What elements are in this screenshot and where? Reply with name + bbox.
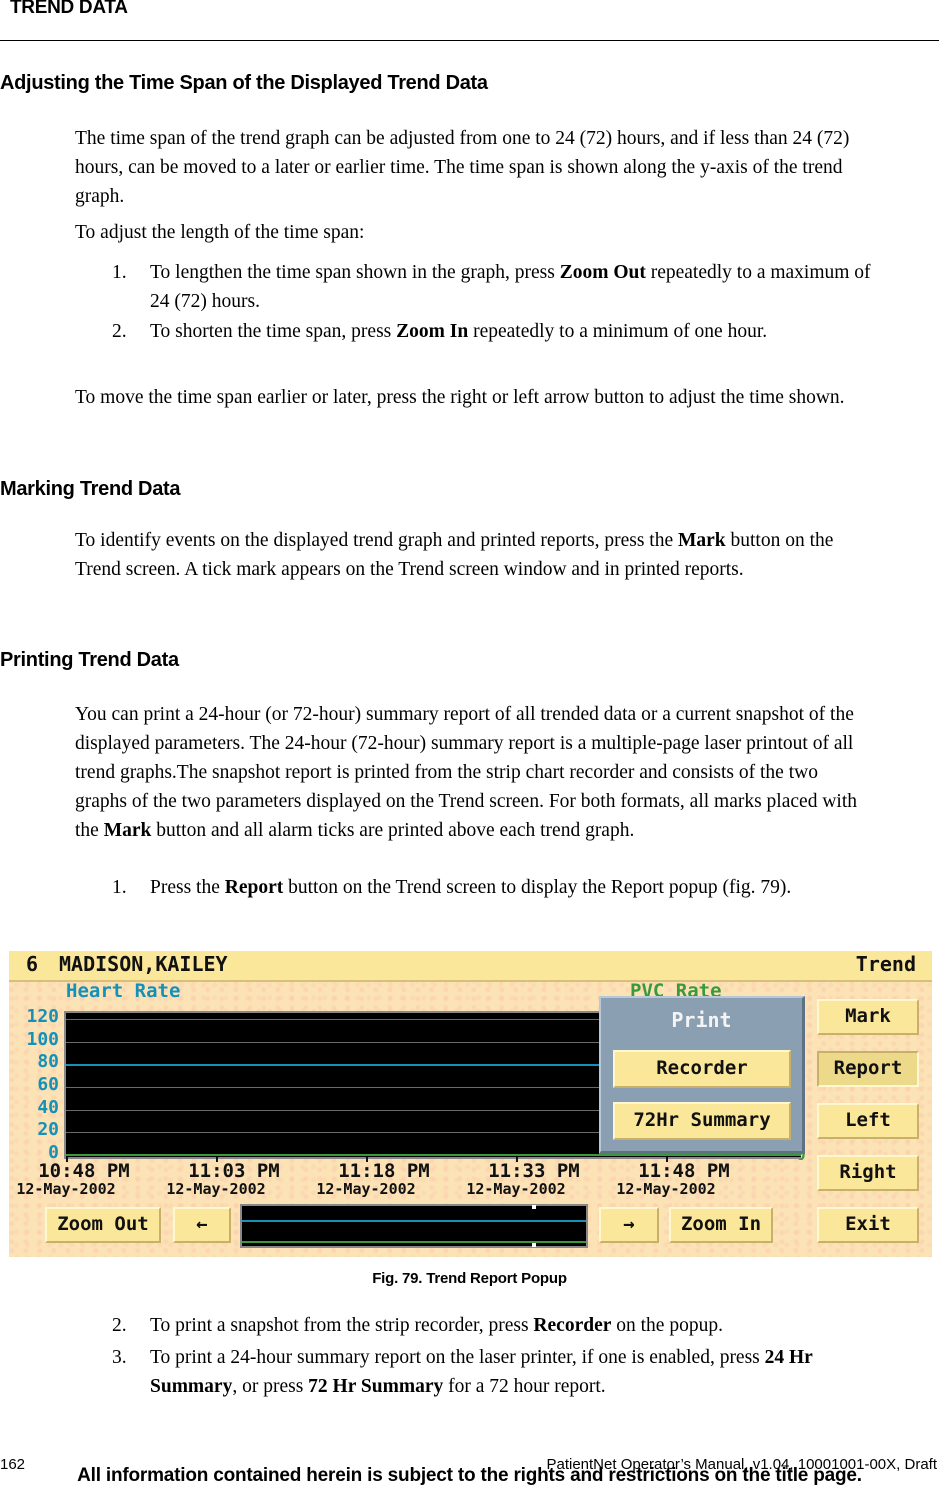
legal-notice: All information contained herein is subj… xyxy=(77,1465,862,1486)
bed-number: 6 xyxy=(26,952,39,976)
bold-term: Recorder xyxy=(533,1315,612,1336)
list-number: 2. xyxy=(112,321,127,342)
overview-trace-heart-rate xyxy=(242,1220,586,1222)
y-tick-label: 40 xyxy=(37,1096,59,1118)
arrow-left-icon: ← xyxy=(196,1213,208,1235)
time-overview-scrollbar[interactable] xyxy=(240,1204,588,1248)
trend-screen-figure: 6 MADISON,KAILEY Trend Heart Rate PVC Ra… xyxy=(9,951,932,1257)
72hr-summary-button[interactable]: 72Hr Summary xyxy=(613,1102,791,1140)
list-text: To lengthen the time span shown in the g… xyxy=(150,262,560,283)
paragraph-text: button and all alarm ticks are printed a… xyxy=(151,820,635,841)
list-item: 1. Press the Report button on the Trend … xyxy=(112,873,872,902)
list-text: repeatedly to a minimum of one hour. xyxy=(468,321,768,342)
print-popup: Print Recorder 72Hr Summary xyxy=(599,996,805,1154)
x-tick-time: 11:48 PM xyxy=(638,1160,730,1182)
patient-name: MADISON,KAILEY xyxy=(59,952,228,976)
left-button[interactable]: Left xyxy=(817,1103,919,1139)
paragraph: To move the time span earlier or later, … xyxy=(75,387,845,408)
y-tick-label: 80 xyxy=(37,1051,59,1073)
screen-name: Trend xyxy=(855,952,916,976)
y-tick-label: 60 xyxy=(37,1074,59,1095)
list-item: 3. To print a 24-hour summary report on … xyxy=(112,1343,872,1401)
y-tick-label: 120 xyxy=(26,1006,59,1027)
bold-term: Report xyxy=(224,877,284,898)
list-item: 1. To lengthen the time span shown in th… xyxy=(112,258,872,316)
paragraph: The time span of the trend graph can be … xyxy=(75,128,850,207)
list-text: button on the Trend screen to display th… xyxy=(283,877,792,898)
x-tick-date: 12-May-2002 xyxy=(316,1180,416,1198)
y-tick-label: 100 xyxy=(26,1028,59,1050)
x-tick-date: 12-May-2002 xyxy=(166,1180,266,1198)
bold-term: Mark xyxy=(103,820,152,841)
arrow-right-icon: → xyxy=(623,1213,635,1235)
scroll-right-button[interactable]: → xyxy=(599,1207,659,1243)
bold-term: Zoom In xyxy=(396,321,469,342)
x-tick-date: 12-May-2002 xyxy=(466,1180,566,1198)
list-text: Press the xyxy=(150,877,225,898)
series-line-pvc-rate xyxy=(66,1154,801,1156)
list-item: 2. To print a snapshot from the strip re… xyxy=(112,1311,872,1340)
section-heading-time-span: Adjusting the Time Span of the Displayed… xyxy=(0,72,488,94)
list-number: 2. xyxy=(112,1315,127,1336)
section-heading-printing: Printing Trend Data xyxy=(0,649,179,671)
list-text: To print a snapshot from the strip recor… xyxy=(150,1315,534,1336)
exit-button[interactable]: Exit xyxy=(817,1207,919,1243)
overview-window-handle[interactable] xyxy=(532,1243,536,1247)
list-text: on the popup. xyxy=(611,1315,723,1336)
paragraph-text: To identify events on the displayed tren… xyxy=(75,530,678,551)
list-number: 1. xyxy=(112,877,127,898)
scroll-left-button[interactable]: ← xyxy=(173,1207,231,1243)
list-item: 2. To shorten the time span, press Zoom … xyxy=(112,317,872,346)
section-heading-marking: Marking Trend Data xyxy=(0,478,181,500)
running-head: TREND DATA xyxy=(10,0,128,18)
bold-term: Mark xyxy=(677,530,726,551)
recorder-button[interactable]: Recorder xyxy=(613,1050,791,1088)
y-tick-label: 20 xyxy=(37,1119,59,1141)
bold-term: 72 Hr Summary xyxy=(308,1376,444,1397)
patient-title-bar: 6 MADISON,KAILEY Trend xyxy=(9,951,932,982)
paragraph: To identify events on the displayed tren… xyxy=(75,526,865,584)
paragraph: You can print a 24-hour (or 72-hour) sum… xyxy=(75,700,865,845)
zoom-out-button[interactable]: Zoom Out xyxy=(45,1207,161,1243)
overview-window-handle[interactable] xyxy=(532,1205,536,1209)
mark-button[interactable]: Mark xyxy=(817,999,919,1035)
list-text: To shorten the time span, press xyxy=(150,321,397,342)
right-button[interactable]: Right xyxy=(817,1155,919,1191)
x-tick-date: 12-May-2002 xyxy=(16,1180,116,1198)
x-tick-date: 12-May-2002 xyxy=(616,1180,716,1198)
popup-title: Print xyxy=(671,1008,732,1032)
paragraph: To adjust the length of the time span: xyxy=(75,222,365,243)
bold-term: Zoom Out xyxy=(559,262,646,283)
list-text: for a 72 hour report. xyxy=(443,1376,606,1397)
list-number: 3. xyxy=(112,1347,127,1368)
x-tick-time: 11:33 PM xyxy=(488,1160,580,1182)
figure-caption: Fig. 79. Trend Report Popup xyxy=(372,1270,567,1287)
list-number: 1. xyxy=(112,262,127,283)
parameter-label-heart-rate: Heart Rate xyxy=(66,980,181,1002)
list-text: To print a 24-hour summary report on the… xyxy=(150,1347,765,1368)
list-text: , or press xyxy=(232,1376,309,1397)
report-button[interactable]: Report xyxy=(817,1051,919,1087)
x-tick-time: 11:03 PM xyxy=(188,1160,280,1182)
header-rule xyxy=(0,40,939,41)
zoom-in-button[interactable]: Zoom In xyxy=(669,1207,773,1243)
x-tick-time: 11:18 PM xyxy=(338,1160,430,1182)
x-tick-time: 10:48 PM xyxy=(38,1160,130,1182)
